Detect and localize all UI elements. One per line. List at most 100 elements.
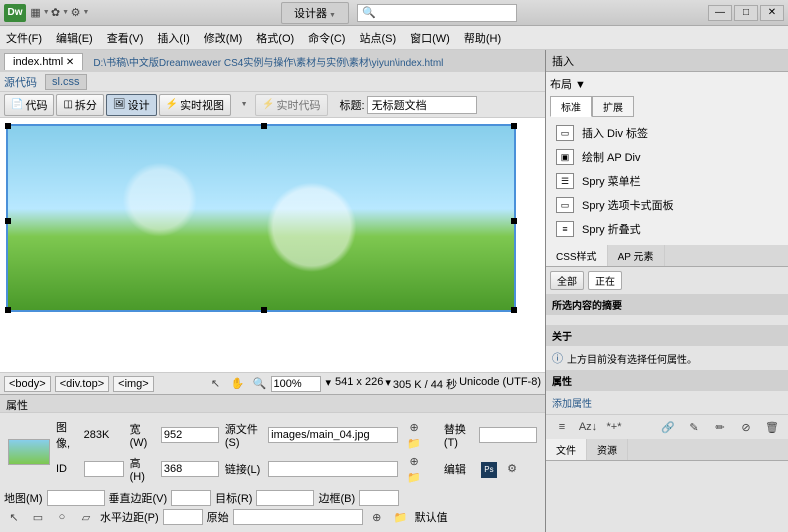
new-rule-icon[interactable]: ✎	[686, 419, 702, 435]
spry-tabbed[interactable]: ▭Spry 选项卡式面板	[550, 193, 784, 217]
split-view-button[interactable]: ◫拆分	[56, 94, 103, 116]
rect-hotspot-icon[interactable]: ▭	[30, 509, 46, 525]
align-label: 默认值	[415, 509, 448, 525]
draw-ap-div[interactable]: ▣绘制 AP Div	[550, 145, 784, 169]
layout-menu-icon[interactable]: ▦	[32, 5, 48, 21]
image-thumbnail	[8, 439, 50, 465]
menu-commands[interactable]: 命令(C)	[308, 30, 345, 46]
tag-body[interactable]: <body>	[4, 376, 51, 392]
id-label: ID	[54, 453, 80, 485]
menu-insert[interactable]: 插入(I)	[157, 30, 189, 46]
width-input[interactable]	[161, 427, 219, 443]
extend-menu-icon[interactable]: ✿	[52, 5, 68, 21]
live-view-button[interactable]: ⚡实时视图	[159, 94, 231, 116]
css-styles-tab[interactable]: CSS样式	[546, 245, 608, 266]
delete-rule-icon[interactable]: 🗑	[764, 419, 780, 435]
css-all-button[interactable]: 全部	[550, 271, 584, 290]
add-attribute-link[interactable]: 添加属性	[552, 399, 592, 410]
properties-header[interactable]: 属性	[0, 395, 545, 413]
document-tab[interactable]: index.html ✕	[4, 53, 83, 70]
menu-window[interactable]: 窗口(W)	[410, 30, 450, 46]
menu-view[interactable]: 查看(V)	[107, 30, 144, 46]
css-current-button[interactable]: 正在	[588, 271, 622, 290]
menu-site[interactable]: 站点(S)	[359, 30, 396, 46]
close-button[interactable]: ✕	[760, 5, 784, 21]
map-label: 地图(M)	[4, 490, 43, 506]
tabbed-icon: ▭	[556, 197, 574, 213]
orig-point-icon[interactable]: ⊕	[369, 509, 385, 525]
search-input[interactable]: 🔍	[357, 4, 517, 22]
live-view-options[interactable]	[235, 97, 251, 113]
settings-icon[interactable]: ⚙	[504, 461, 520, 477]
insert-panel-tab[interactable]: 插入	[546, 50, 788, 72]
menu-modify[interactable]: 修改(M)	[204, 30, 243, 46]
tag-img[interactable]: <img>	[113, 376, 154, 392]
edit-label: 编辑	[442, 453, 475, 485]
hand-tool-icon[interactable]: ✋	[229, 376, 245, 392]
menu-file[interactable]: 文件(F)	[6, 30, 42, 46]
oval-hotspot-icon[interactable]: ○	[54, 509, 70, 525]
zoom-tool-icon[interactable]: 🔍	[251, 376, 267, 392]
original-input[interactable]	[233, 509, 363, 525]
spry-accordion[interactable]: ≡Spry 折叠式	[550, 217, 784, 241]
az-sort-icon[interactable]: Az↓	[580, 419, 596, 435]
site-menu-icon[interactable]: ⚙	[72, 5, 88, 21]
target-input[interactable]	[256, 490, 314, 506]
hspace-input[interactable]	[163, 509, 203, 525]
accordion-icon: ≡	[556, 221, 574, 237]
workspace-switcher[interactable]: 设计器	[281, 2, 349, 24]
cascade-icon[interactable]: ≡	[554, 419, 570, 435]
attach-css-icon[interactable]: 🔗	[660, 419, 676, 435]
files-tab[interactable]: 文件	[546, 439, 587, 460]
id-input[interactable]	[84, 461, 124, 477]
point-to-file-icon[interactable]: ⊕	[406, 419, 422, 435]
vspace-input[interactable]	[171, 490, 211, 506]
ps-edit-icon[interactable]: Ps	[481, 462, 497, 478]
layout-category[interactable]: 布局	[550, 79, 572, 91]
edit-rule-icon[interactable]: ✏	[712, 419, 728, 435]
search-icon: 🔍	[362, 6, 376, 19]
code-view-button[interactable]: 📄代码	[4, 94, 54, 116]
page-size: 305 K / 44 秒	[393, 376, 457, 392]
border-input[interactable]	[359, 490, 399, 506]
title-label: 标题:	[340, 97, 365, 113]
minimize-button[interactable]: —	[708, 5, 732, 21]
width-label: 宽(W)	[128, 419, 157, 451]
orig-browse-icon[interactable]: 📁	[393, 509, 409, 525]
expanded-mode[interactable]: 扩展	[592, 96, 634, 117]
ap-elements-tab[interactable]: AP 元素	[608, 245, 665, 266]
insert-div-tag[interactable]: ▭插入 Div 标签	[550, 121, 784, 145]
link-input[interactable]	[268, 461, 398, 477]
title-input[interactable]	[367, 96, 477, 114]
browse-icon[interactable]: 📁	[406, 435, 422, 451]
assets-tab[interactable]: 资源	[587, 439, 628, 460]
disable-icon[interactable]: ⊘	[738, 419, 754, 435]
design-canvas[interactable]	[0, 118, 545, 372]
standard-mode[interactable]: 标准	[550, 96, 592, 117]
menu-format[interactable]: 格式(O)	[256, 30, 294, 46]
tag-div[interactable]: <div.top>	[55, 376, 109, 392]
menu-help[interactable]: 帮助(H)	[464, 30, 501, 46]
maximize-button[interactable]: □	[734, 5, 758, 21]
design-view-button[interactable]: 🖼设计	[106, 94, 157, 116]
poly-hotspot-icon[interactable]: ▱	[78, 509, 94, 525]
zoom-select[interactable]	[271, 376, 321, 392]
target-label: 目标(R)	[215, 490, 252, 506]
height-input[interactable]	[161, 461, 219, 477]
selected-image[interactable]	[6, 124, 516, 312]
link-label: 链接(L)	[223, 453, 264, 485]
category-icon[interactable]: *+*	[606, 419, 622, 435]
map-input[interactable]	[47, 490, 105, 506]
alt-input[interactable]	[479, 427, 537, 443]
attrs-header: 属性	[546, 370, 788, 391]
src-input[interactable]	[268, 427, 398, 443]
pointer-tool-icon[interactable]: ↖	[207, 376, 223, 392]
pointer-icon[interactable]: ↖	[6, 509, 22, 525]
ap-div-icon: ▣	[556, 149, 574, 165]
source-code-tab[interactable]: 源代码	[4, 74, 37, 90]
spry-menubar[interactable]: ☰Spry 菜单栏	[550, 169, 784, 193]
link-point-icon[interactable]: ⊕	[406, 453, 422, 469]
link-browse-icon[interactable]: 📁	[406, 469, 422, 485]
css-file-tab[interactable]: sl.css	[45, 74, 87, 90]
menu-edit[interactable]: 编辑(E)	[56, 30, 93, 46]
